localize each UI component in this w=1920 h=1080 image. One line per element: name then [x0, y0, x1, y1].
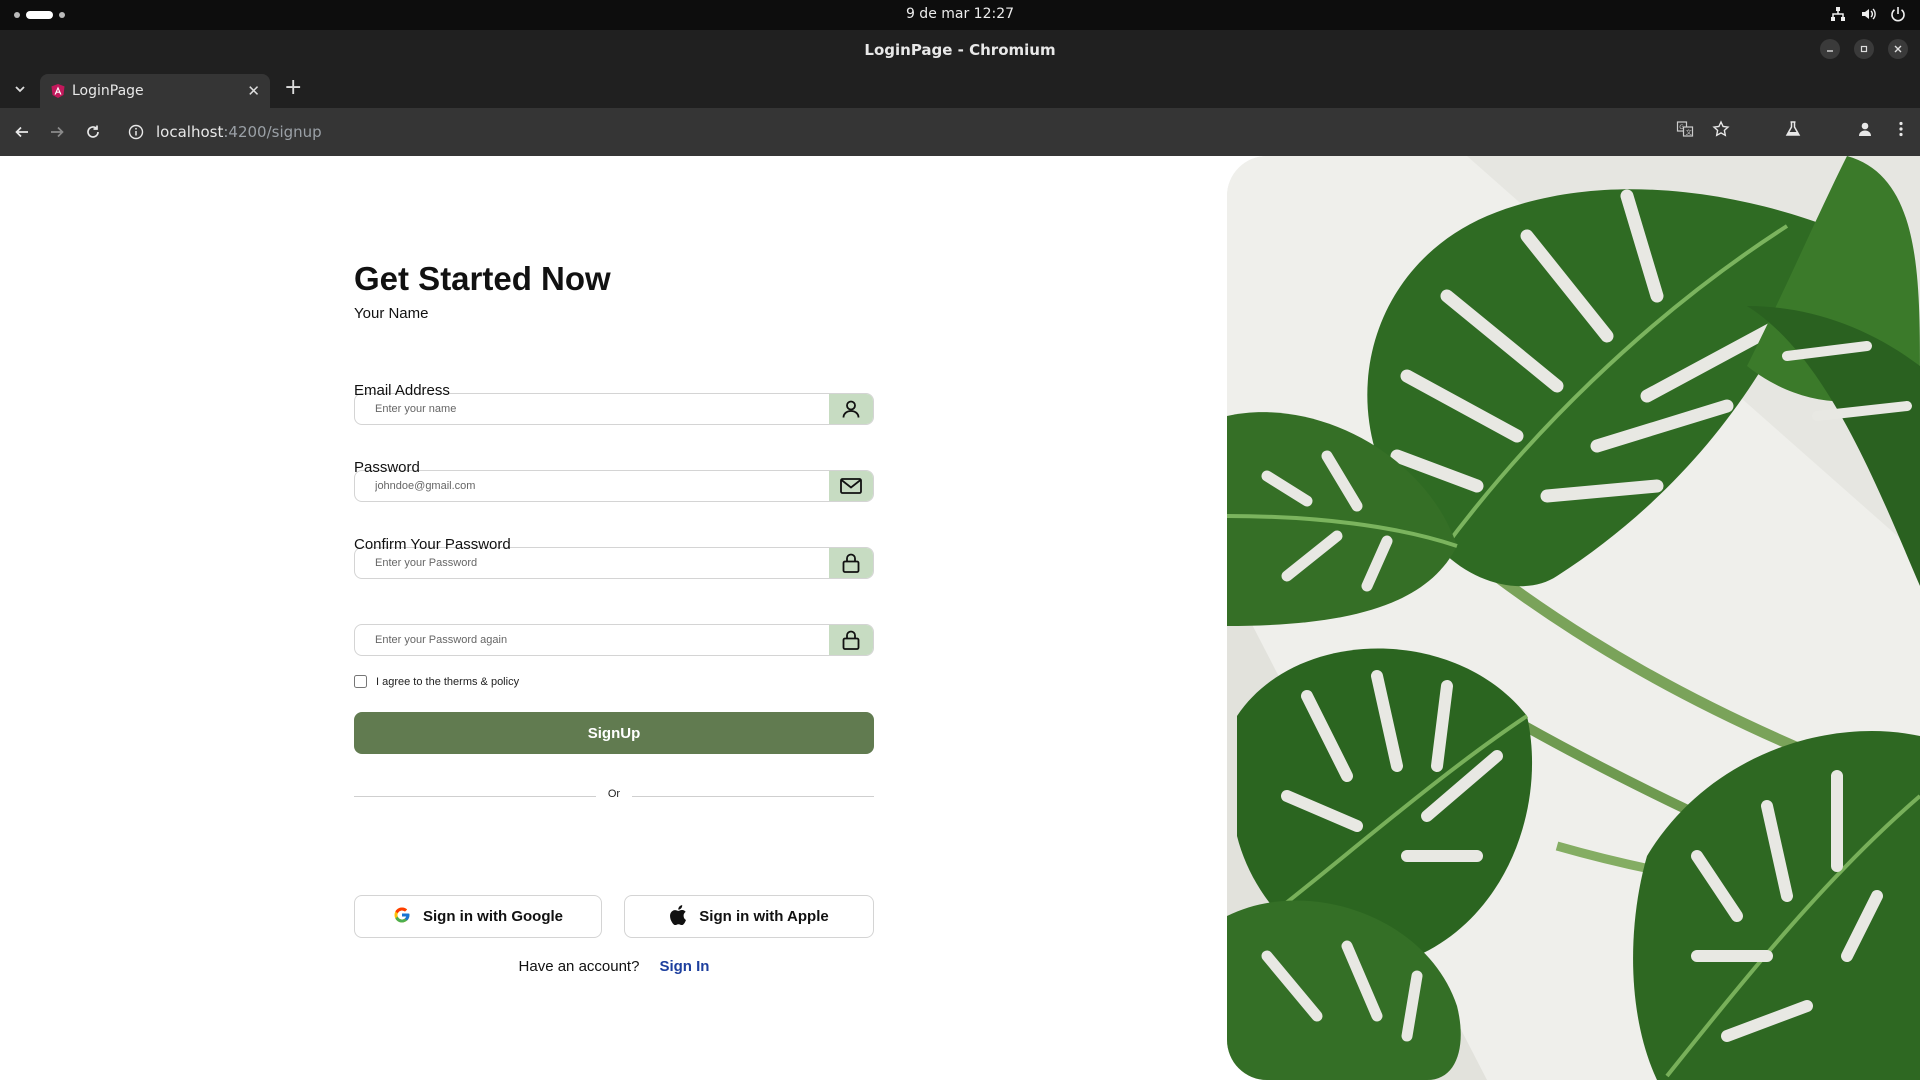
- window-title-bar[interactable]: LoginPage - Chromium: [0, 30, 1920, 68]
- system-top-bar: 9 de mar 12:27: [0, 0, 1920, 30]
- url-path: :4200/signup: [223, 123, 322, 141]
- maximize-button[interactable]: [1854, 39, 1874, 59]
- power-icon[interactable]: [1890, 6, 1906, 22]
- forward-button[interactable]: [45, 120, 69, 144]
- window-title: LoginPage - Chromium: [864, 41, 1056, 59]
- tab-loginpage[interactable]: LoginPage ✕: [40, 74, 270, 108]
- terms-label[interactable]: I agree to the therms & policy: [376, 676, 519, 688]
- confirm-password-label: Confirm Your Password: [354, 536, 511, 553]
- page-viewport: Get Started Now Your Name Email Address …: [0, 156, 1920, 1080]
- network-icon[interactable]: [1830, 6, 1846, 22]
- plant-illustration: [1227, 156, 1920, 1080]
- google-signin-label: Sign in with Google: [423, 908, 563, 925]
- apple-signin-button[interactable]: Sign in with Apple: [624, 895, 874, 938]
- sign-in-link[interactable]: Sign In: [659, 958, 709, 975]
- divider-label: Or: [607, 788, 621, 800]
- url-host: localhost: [156, 123, 224, 141]
- email-label: Email Address: [354, 382, 450, 399]
- volume-icon[interactable]: [1860, 6, 1876, 22]
- signup-button[interactable]: SignUp: [354, 712, 874, 754]
- terms-checkbox[interactable]: [354, 675, 367, 688]
- minimize-button[interactable]: [1820, 39, 1840, 59]
- mail-icon: [829, 471, 873, 501]
- email-input[interactable]: [355, 471, 831, 501]
- tab-strip: LoginPage ✕ +: [0, 68, 1920, 108]
- tab-title: LoginPage: [72, 83, 144, 99]
- apple-logo-icon: [669, 904, 687, 929]
- confirm-password-field: [354, 624, 874, 656]
- translate-icon[interactable]: G文: [1676, 120, 1694, 142]
- url-text[interactable]: localhost:4200/signup: [156, 123, 322, 141]
- email-field: [354, 470, 874, 502]
- page-title: Get Started Now: [354, 260, 611, 297]
- system-tray[interactable]: [1830, 6, 1906, 22]
- monstera-plant-image: [1227, 156, 1920, 1080]
- or-divider: Or: [354, 788, 874, 804]
- lock-icon: [829, 625, 873, 655]
- password-label: Password: [354, 459, 420, 476]
- profile-avatar-icon[interactable]: [1856, 120, 1874, 142]
- back-button[interactable]: [10, 120, 34, 144]
- user-icon: [829, 394, 873, 424]
- apple-signin-label: Sign in with Apple: [699, 908, 829, 925]
- google-signin-button[interactable]: Sign in with Google: [354, 895, 602, 938]
- reload-button[interactable]: [81, 120, 105, 144]
- bookmark-star-icon[interactable]: [1712, 120, 1730, 142]
- have-account-row: Have an account? Sign In: [354, 958, 874, 975]
- labs-flask-icon[interactable]: [1784, 120, 1802, 142]
- confirm-password-input[interactable]: [355, 625, 831, 655]
- lock-icon: [829, 548, 873, 578]
- terms-agreement: I agree to the therms & policy: [354, 675, 519, 688]
- site-info-icon[interactable]: [128, 124, 144, 140]
- have-account-text: Have an account?: [518, 958, 640, 975]
- close-tab-icon[interactable]: ✕: [247, 82, 260, 100]
- browser-toolbar: localhost:4200/signup G文: [0, 108, 1920, 156]
- svg-text:文: 文: [1686, 128, 1692, 136]
- kebab-menu-icon[interactable]: [1892, 120, 1910, 142]
- tab-search-button[interactable]: [10, 79, 30, 99]
- close-window-button[interactable]: [1888, 39, 1908, 59]
- angular-favicon-icon: [50, 83, 66, 99]
- address-bar[interactable]: localhost:4200/signup: [120, 115, 1720, 149]
- svg-text:G: G: [1679, 124, 1684, 131]
- name-label: Your Name: [354, 305, 429, 322]
- system-clock[interactable]: 9 de mar 12:27: [0, 6, 1920, 22]
- google-logo-icon: [393, 906, 411, 928]
- new-tab-button[interactable]: +: [284, 77, 302, 99]
- divider-line: [632, 796, 874, 797]
